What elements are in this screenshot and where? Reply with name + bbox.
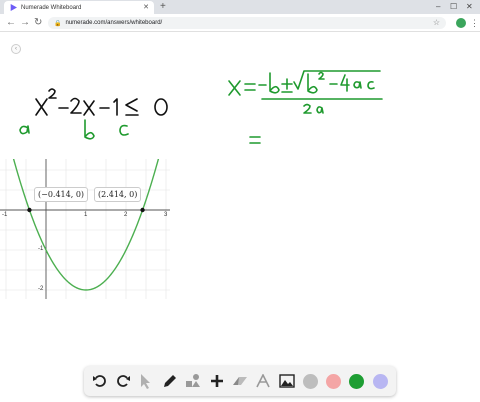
shapes-icon[interactable] [183, 371, 203, 391]
color-swatch-gray[interactable] [300, 371, 320, 391]
browser-toolbar: ← → ↻ 🔒 numerade.com/answers/whiteboard/… [0, 14, 480, 32]
green-annotation-strokes [19, 70, 383, 144]
forward-arrow-icon[interactable]: → [20, 17, 30, 29]
bookmark-star-icon[interactable]: ☆ [433, 17, 440, 29]
new-tab-button[interactable]: + [160, 1, 166, 13]
url-text: numerade.com/answers/whiteboard/ [65, 20, 163, 26]
address-bar[interactable]: 🔒 numerade.com/answers/whiteboard/ ☆ [48, 17, 446, 29]
image-icon[interactable] [277, 371, 297, 391]
minimize-icon[interactable]: – [436, 1, 440, 13]
color-swatch-dot[interactable] [302, 373, 318, 389]
undo-icon[interactable] [90, 371, 110, 391]
pen-icon[interactable] [160, 371, 180, 391]
eraser-icon[interactable] [230, 371, 250, 391]
reload-icon[interactable]: ↻ [34, 17, 42, 29]
maximize-icon[interactable]: ☐ [450, 1, 457, 13]
text-icon[interactable] [253, 371, 273, 391]
back-arrow-icon[interactable]: ← [6, 17, 16, 29]
whiteboard-toolbar [84, 366, 396, 396]
pointer-icon[interactable] [136, 371, 156, 391]
whiteboard-canvas[interactable]: ‹ (−0.414, 0) (2.414, 0) -1 1 2 3 -1 -2 [0, 33, 480, 402]
tab-strip: Numerade Whiteboard ✕ + – ☐ ✕ [0, 0, 480, 14]
inequality-strokes [35, 88, 168, 116]
tab-title: Numerade Whiteboard [21, 4, 82, 11]
profile-avatar[interactable] [456, 18, 466, 28]
numerade-logo-icon [10, 4, 17, 11]
plus-icon[interactable] [207, 371, 227, 391]
color-swatch-dot[interactable] [372, 373, 388, 389]
redo-icon[interactable] [113, 371, 133, 391]
close-icon[interactable]: ✕ [143, 3, 149, 11]
color-swatch-lavender[interactable] [370, 371, 390, 391]
kebab-menu-icon[interactable]: ⋮ [470, 17, 479, 29]
color-swatch-dot[interactable] [349, 373, 365, 389]
tab-numerade-whiteboard[interactable]: Numerade Whiteboard ✕ [4, 1, 154, 14]
handwriting-ink [19, 70, 383, 144]
color-swatch-dot[interactable] [325, 373, 341, 389]
lock-icon: 🔒 [54, 20, 62, 27]
color-swatch-green[interactable] [347, 371, 367, 391]
color-swatch-pink[interactable] [323, 371, 343, 391]
close-window-icon[interactable]: ✕ [466, 1, 473, 13]
